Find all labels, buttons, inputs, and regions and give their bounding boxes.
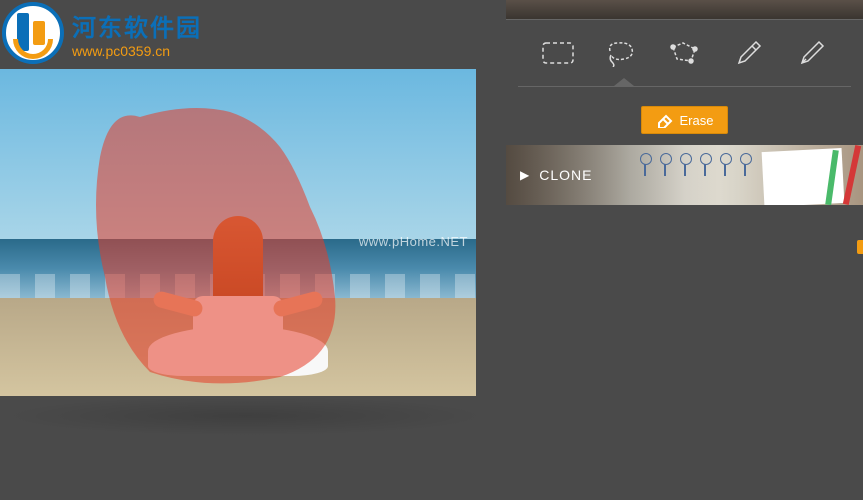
rectangle-select-icon bbox=[541, 41, 575, 65]
clone-section-header[interactable]: ▶ CLONE bbox=[506, 145, 863, 205]
site-logo: 河东软件园 www.pc0359.cn bbox=[2, 2, 202, 64]
erase-button[interactable]: Erase bbox=[641, 106, 729, 134]
image-canvas[interactable]: www.pHome.NET bbox=[0, 69, 476, 396]
polygon-icon bbox=[667, 39, 701, 67]
rectangle-select-tool[interactable] bbox=[537, 32, 579, 74]
brush-select-tool[interactable] bbox=[727, 32, 769, 74]
logo-icon bbox=[2, 2, 64, 64]
logo-url: www.pc0359.cn bbox=[72, 43, 202, 59]
scrollbar-thumb[interactable] bbox=[857, 240, 863, 254]
tool-divider bbox=[518, 86, 851, 87]
tools-panel: Erase ▶ CLONE bbox=[506, 0, 863, 500]
selection-tools-row bbox=[506, 20, 863, 86]
erase-label: Erase bbox=[680, 113, 714, 128]
selection-mask-overlay bbox=[80, 97, 380, 396]
pen-icon bbox=[796, 38, 826, 68]
clone-label: CLONE bbox=[539, 167, 592, 183]
lasso-icon bbox=[604, 39, 638, 67]
active-tool-marker bbox=[614, 78, 634, 88]
polygon-select-tool[interactable] bbox=[663, 32, 705, 74]
eraser-icon bbox=[656, 112, 674, 128]
canvas-watermark: www.pHome.NET bbox=[359, 234, 468, 249]
preview-thumbnail[interactable] bbox=[506, 0, 863, 20]
pen-tool[interactable] bbox=[790, 32, 832, 74]
logo-title: 河东软件园 bbox=[72, 15, 202, 42]
canvas-shadow bbox=[0, 396, 490, 436]
lasso-select-tool[interactable] bbox=[600, 32, 642, 74]
expand-arrow-icon: ▶ bbox=[520, 168, 529, 182]
clone-bg-art bbox=[636, 153, 754, 179]
brush-icon bbox=[733, 38, 763, 68]
